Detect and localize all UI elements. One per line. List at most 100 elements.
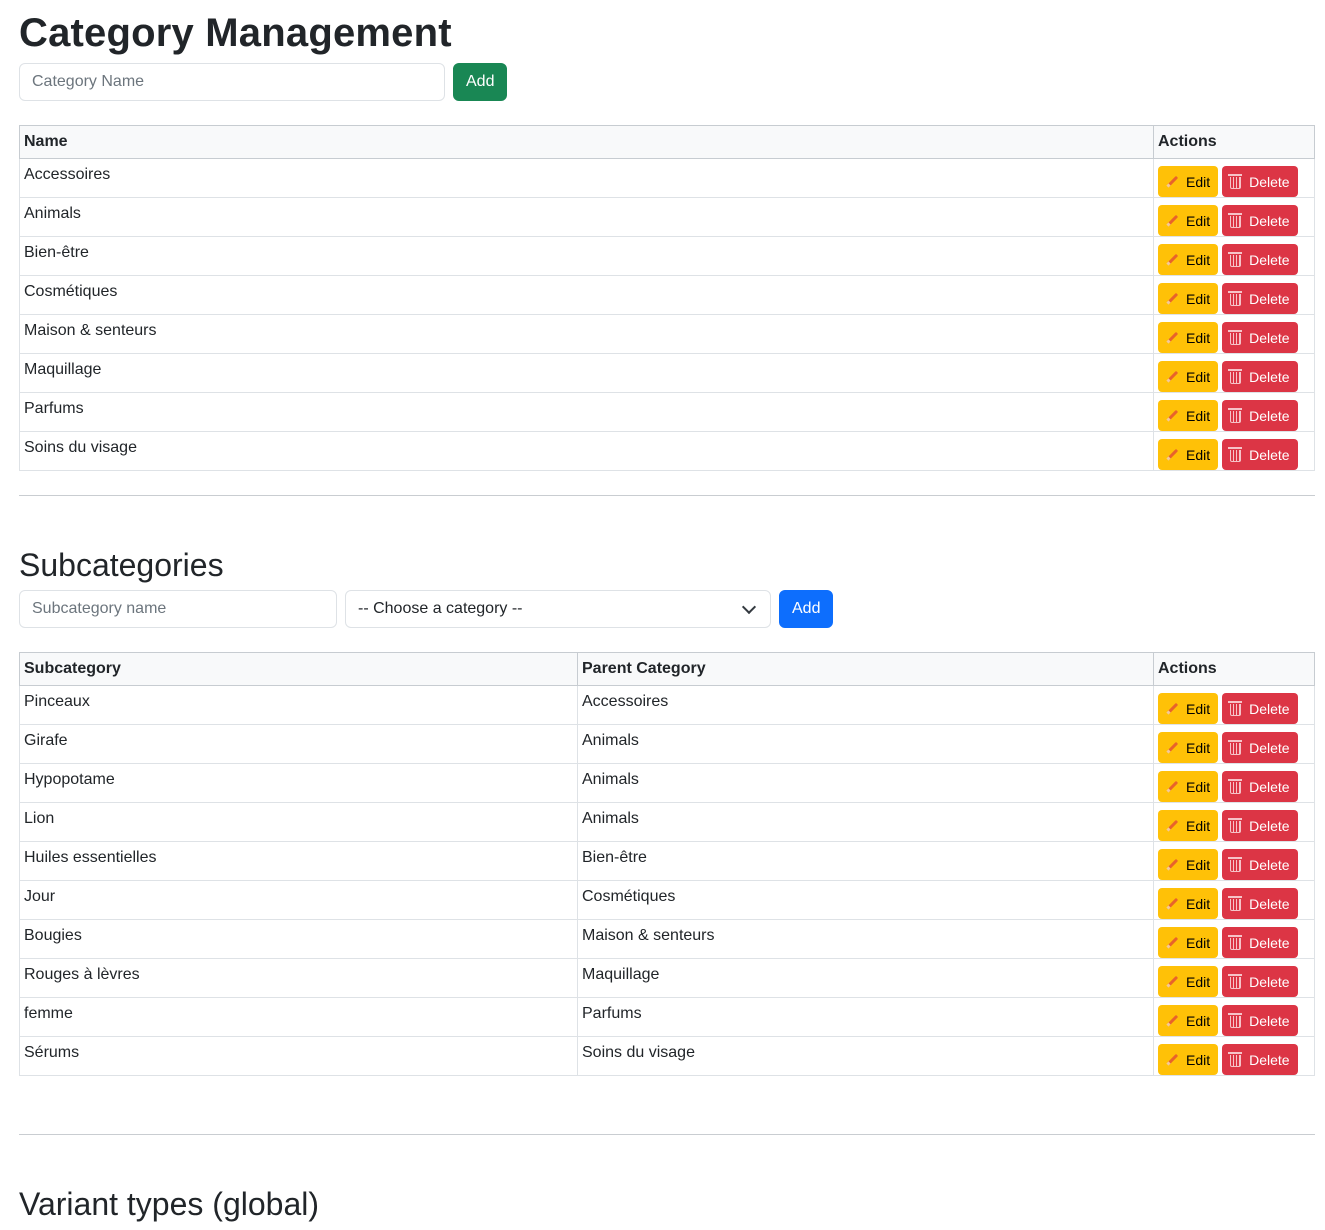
category-name-cell: Accessoires <box>19 158 1154 198</box>
table-row: Bien-être Edit Delete <box>19 236 1315 276</box>
edit-button[interactable]: Edit <box>1158 205 1219 236</box>
delete-button-label: Delete <box>1249 934 1290 951</box>
edit-button[interactable]: Edit <box>1158 244 1219 275</box>
row-actions: Edit Delete <box>1153 685 1315 725</box>
edit-button[interactable]: Edit <box>1158 322 1219 353</box>
edit-button[interactable]: Edit <box>1158 888 1219 919</box>
subcategory-name-input[interactable] <box>19 590 337 628</box>
trash-icon <box>1228 251 1243 267</box>
delete-button-label: Delete <box>1249 173 1290 190</box>
column-header-name: Name <box>19 125 1154 159</box>
delete-button[interactable]: Delete <box>1222 771 1298 802</box>
edit-button-label: Edit <box>1186 1012 1211 1029</box>
delete-button[interactable]: Delete <box>1222 283 1298 314</box>
edit-button[interactable]: Edit <box>1158 1005 1219 1036</box>
parent-category-cell: Animals <box>577 802 1154 842</box>
delete-button[interactable]: Delete <box>1222 322 1298 353</box>
delete-button[interactable]: Delete <box>1222 810 1298 841</box>
pencil-icon <box>1166 859 1178 871</box>
delete-button-label: Delete <box>1249 973 1290 990</box>
edit-button[interactable]: Edit <box>1158 810 1219 841</box>
table-row: Animals Edit Delete <box>19 197 1315 237</box>
pencil-icon <box>1166 176 1178 188</box>
edit-button-label: Edit <box>1186 329 1211 346</box>
edit-button[interactable]: Edit <box>1158 966 1219 997</box>
delete-button[interactable]: Delete <box>1222 888 1298 919</box>
subcategory-name-cell: femme <box>19 997 578 1037</box>
delete-button[interactable]: Delete <box>1222 439 1298 470</box>
table-row: Cosmétiques Edit Delete <box>19 275 1315 315</box>
edit-button[interactable]: Edit <box>1158 283 1219 314</box>
edit-button[interactable]: Edit <box>1158 361 1219 392</box>
pencil-icon <box>1166 371 1178 383</box>
edit-button[interactable]: Edit <box>1158 849 1219 880</box>
row-actions: Edit Delete <box>1153 958 1315 998</box>
edit-button-label: Edit <box>1186 700 1211 717</box>
table-row: Maquillage Edit Delete <box>19 353 1315 393</box>
column-header-actions: Actions <box>1153 125 1315 159</box>
row-actions: Edit Delete <box>1153 314 1315 354</box>
category-select[interactable]: -- Choose a category -- <box>345 590 771 628</box>
edit-button[interactable]: Edit <box>1158 439 1219 470</box>
row-actions: Edit Delete <box>1153 236 1315 276</box>
parent-category-cell: Animals <box>577 724 1154 764</box>
add-subcategory-button[interactable]: Add <box>779 590 834 628</box>
page-title: Category Management <box>19 11 452 55</box>
category-name-input[interactable] <box>19 63 445 101</box>
row-actions: Edit Delete <box>1153 997 1315 1037</box>
edit-button[interactable]: Edit <box>1158 732 1219 763</box>
delete-button-label: Delete <box>1249 368 1290 385</box>
category-select-value: -- Choose a category -- <box>358 600 523 617</box>
parent-category-cell: Bien-être <box>577 841 1154 881</box>
row-actions: Edit Delete <box>1153 431 1315 471</box>
subcategory-name-cell: Pinceaux <box>19 685 578 725</box>
table-row: Maison & senteurs Edit Delete <box>19 314 1315 354</box>
edit-button[interactable]: Edit <box>1158 166 1219 197</box>
delete-button[interactable]: Delete <box>1222 927 1298 958</box>
delete-button[interactable]: Delete <box>1222 166 1298 197</box>
delete-button[interactable]: Delete <box>1222 205 1298 236</box>
edit-button[interactable]: Edit <box>1158 1044 1219 1075</box>
subcategory-name-cell: Sérums <box>19 1036 578 1076</box>
row-actions: Edit Delete <box>1153 392 1315 432</box>
edit-button[interactable]: Edit <box>1158 771 1219 802</box>
trash-icon <box>1228 368 1243 384</box>
trash-icon <box>1228 817 1243 833</box>
delete-button[interactable]: Delete <box>1222 693 1298 724</box>
edit-button[interactable]: Edit <box>1158 927 1219 958</box>
delete-button-label: Delete <box>1249 407 1290 424</box>
edit-button-label: Edit <box>1186 817 1211 834</box>
delete-button[interactable]: Delete <box>1222 966 1298 997</box>
delete-button[interactable]: Delete <box>1222 1005 1298 1036</box>
edit-button-label: Edit <box>1186 778 1211 795</box>
parent-category-cell: Maison & senteurs <box>577 919 1154 959</box>
delete-button[interactable]: Delete <box>1222 849 1298 880</box>
edit-button[interactable]: Edit <box>1158 693 1219 724</box>
pencil-icon <box>1166 449 1178 461</box>
edit-button-label: Edit <box>1186 446 1211 463</box>
delete-button[interactable]: Delete <box>1222 361 1298 392</box>
delete-button-label: Delete <box>1249 817 1290 834</box>
parent-category-cell: Animals <box>577 763 1154 803</box>
row-actions: Edit Delete <box>1153 197 1315 237</box>
edit-button[interactable]: Edit <box>1158 400 1219 431</box>
table-row: Lion Animals Edit Delete <box>19 802 1315 842</box>
pencil-icon <box>1166 410 1178 422</box>
delete-button-label: Delete <box>1249 1012 1290 1029</box>
delete-button[interactable]: Delete <box>1222 732 1298 763</box>
delete-button-label: Delete <box>1249 778 1290 795</box>
category-name-cell: Parfums <box>19 392 1154 432</box>
add-category-button[interactable]: Add <box>453 63 508 101</box>
section-divider <box>19 1134 1315 1135</box>
table-row: Sérums Soins du visage Edit Delete <box>19 1036 1315 1076</box>
column-header-subcategory: Subcategory <box>19 652 578 686</box>
trash-icon <box>1228 778 1243 794</box>
category-name-cell: Maison & senteurs <box>19 314 1154 354</box>
delete-button[interactable]: Delete <box>1222 400 1298 431</box>
delete-button[interactable]: Delete <box>1222 1044 1298 1075</box>
delete-button[interactable]: Delete <box>1222 244 1298 275</box>
chevron-down-icon <box>741 599 757 614</box>
pencil-icon <box>1166 332 1178 344</box>
pencil-icon <box>1166 937 1178 949</box>
table-row: Jour Cosmétiques Edit Delete <box>19 880 1315 920</box>
